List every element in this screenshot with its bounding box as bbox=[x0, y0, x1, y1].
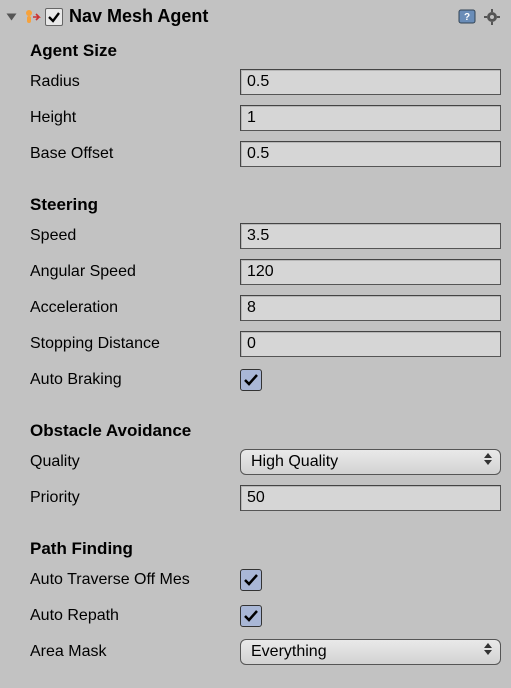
priority-label: Priority bbox=[30, 489, 240, 507]
auto-braking-label: Auto Braking bbox=[30, 371, 240, 389]
stopping-distance-label: Stopping Distance bbox=[30, 335, 240, 353]
navmesh-agent-icon bbox=[21, 7, 41, 27]
dropdown-caret-icon bbox=[482, 643, 494, 655]
radius-input[interactable] bbox=[240, 69, 501, 95]
auto-braking-row: Auto Braking bbox=[30, 365, 501, 395]
auto-traverse-label: Auto Traverse Off Mes bbox=[30, 571, 240, 589]
height-label: Height bbox=[30, 109, 240, 127]
quality-row: Quality High Quality bbox=[30, 447, 501, 477]
height-row: Height bbox=[30, 103, 501, 133]
base-offset-input[interactable] bbox=[240, 141, 501, 167]
speed-input[interactable] bbox=[240, 223, 501, 249]
angular-speed-row: Angular Speed bbox=[30, 257, 501, 287]
foldout-toggle-icon[interactable] bbox=[7, 13, 17, 20]
settings-gear-icon[interactable] bbox=[483, 7, 503, 27]
component-enable-checkbox[interactable] bbox=[45, 8, 63, 26]
dropdown-caret-icon bbox=[482, 453, 494, 465]
height-input[interactable] bbox=[240, 105, 501, 131]
acceleration-label: Acceleration bbox=[30, 299, 240, 317]
path-finding-heading: Path Finding bbox=[30, 539, 501, 559]
navmesh-component-panel: Nav Mesh Agent ? bbox=[0, 0, 511, 685]
base-offset-row: Base Offset bbox=[30, 139, 501, 169]
obstacle-avoidance-heading: Obstacle Avoidance bbox=[30, 421, 501, 441]
auto-repath-row: Auto Repath bbox=[30, 601, 501, 631]
auto-repath-label: Auto Repath bbox=[30, 607, 240, 625]
auto-braking-checkbox[interactable] bbox=[240, 369, 262, 391]
quality-dropdown[interactable]: High Quality bbox=[240, 449, 501, 475]
steering-section: Steering Speed Angular Speed Acceleratio… bbox=[8, 195, 503, 395]
angular-speed-label: Angular Speed bbox=[30, 263, 240, 281]
auto-traverse-checkbox[interactable] bbox=[240, 569, 262, 591]
component-header: Nav Mesh Agent ? bbox=[8, 4, 503, 35]
area-mask-value: Everything bbox=[251, 643, 327, 661]
svg-text:?: ? bbox=[464, 12, 470, 23]
quality-value: High Quality bbox=[251, 453, 338, 471]
component-title: Nav Mesh Agent bbox=[69, 6, 453, 27]
area-mask-row: Area Mask Everything bbox=[30, 637, 501, 667]
speed-label: Speed bbox=[30, 227, 240, 245]
priority-row: Priority bbox=[30, 483, 501, 513]
auto-repath-checkbox[interactable] bbox=[240, 605, 262, 627]
radius-row: Radius bbox=[30, 67, 501, 97]
priority-input[interactable] bbox=[240, 485, 501, 511]
steering-heading: Steering bbox=[30, 195, 501, 215]
agent-size-section: Agent Size Radius Height Base Offset bbox=[8, 41, 503, 169]
agent-size-heading: Agent Size bbox=[30, 41, 501, 61]
angular-speed-input[interactable] bbox=[240, 259, 501, 285]
base-offset-label: Base Offset bbox=[30, 145, 240, 163]
auto-traverse-row: Auto Traverse Off Mes bbox=[30, 565, 501, 595]
area-mask-dropdown[interactable]: Everything bbox=[240, 639, 501, 665]
acceleration-input[interactable] bbox=[240, 295, 501, 321]
radius-label: Radius bbox=[30, 73, 240, 91]
speed-row: Speed bbox=[30, 221, 501, 251]
path-finding-section: Path Finding Auto Traverse Off Mes Auto … bbox=[8, 539, 503, 667]
help-icon[interactable]: ? bbox=[457, 7, 477, 27]
obstacle-avoidance-section: Obstacle Avoidance Quality High Quality … bbox=[8, 421, 503, 513]
stopping-distance-row: Stopping Distance bbox=[30, 329, 501, 359]
quality-label: Quality bbox=[30, 453, 240, 471]
area-mask-label: Area Mask bbox=[30, 643, 240, 661]
acceleration-row: Acceleration bbox=[30, 293, 501, 323]
stopping-distance-input[interactable] bbox=[240, 331, 501, 357]
